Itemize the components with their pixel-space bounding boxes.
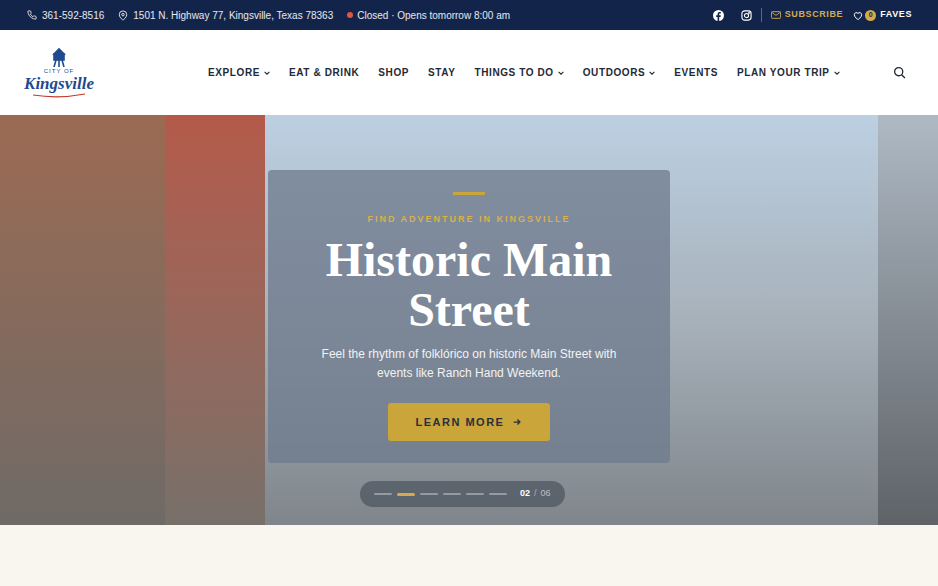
- nav-item[interactable]: EAT & DRINK: [289, 65, 359, 80]
- nav-label[interactable]: EVENTS: [674, 65, 718, 80]
- main-nav: CITY OF Kingsville EXPLORE EAT & DRINK SHO…: [0, 30, 938, 115]
- nav-item[interactable]: PLAN YOUR TRIP: [737, 65, 840, 80]
- hero-title: Historic Main Street: [299, 235, 639, 335]
- chevron-down-icon: [649, 71, 655, 75]
- nav-menu: EXPLORE EAT & DRINK SHOP STAY THINGS TO DO OU…: [208, 65, 840, 80]
- phone[interactable]: 361-592-8516: [27, 8, 104, 23]
- slide-separator: /: [534, 487, 537, 501]
- nav-item[interactable]: THINGS TO DO: [474, 65, 563, 80]
- mail-icon: [771, 11, 781, 19]
- arrow-right-icon: [512, 417, 522, 427]
- top-bar: 361-592-8516 1501 N. Highway 77, Kingsvi…: [0, 0, 938, 30]
- slider-pager: 02 / 06: [360, 481, 565, 507]
- faves-link[interactable]: 0 FAVES: [853, 8, 912, 22]
- address[interactable]: 1501 N. Highway 77, Kingsville, Texas 78…: [118, 8, 333, 23]
- slide-indicator[interactable]: [420, 493, 438, 495]
- heart-icon: [853, 11, 863, 20]
- learn-more-button[interactable]: LEARN MORE: [388, 403, 551, 442]
- chevron-down-icon: [834, 71, 840, 75]
- map-pin-icon: [118, 10, 128, 21]
- status-text: Closed · Opens tomorrow 8:00 am: [357, 8, 510, 23]
- faves-count: 0: [865, 10, 876, 21]
- subscribe-link[interactable]: SUBSCRIBE: [771, 8, 843, 22]
- hero-card: FIND ADVENTURE IN KINGSVILLE Historic Ma…: [268, 170, 670, 463]
- nav-item[interactable]: EVENTS: [674, 65, 718, 80]
- nav-label[interactable]: STAY: [428, 65, 455, 80]
- water-tower-icon: [48, 47, 70, 67]
- separator: [761, 8, 762, 22]
- status-dot: [347, 12, 353, 18]
- subscribe-label[interactable]: SUBSCRIBE: [785, 8, 843, 22]
- logo-name: Kingsville: [24, 75, 94, 92]
- current-slide: 02: [520, 487, 530, 501]
- total-slides: 06: [541, 487, 551, 501]
- nav-item[interactable]: SHOP: [378, 65, 409, 80]
- content-section: [0, 525, 938, 586]
- slide-indicator[interactable]: [466, 493, 484, 495]
- hero-eyebrow: FIND ADVENTURE IN KINGSVILLE: [367, 213, 570, 227]
- nav-label[interactable]: PLAN YOUR TRIP: [737, 65, 830, 80]
- slide-indicator[interactable]: [489, 493, 507, 495]
- nav-label[interactable]: THINGS TO DO: [474, 65, 553, 80]
- eyebrow-line: [453, 192, 485, 195]
- logo-swoosh-icon: [31, 92, 87, 98]
- hero-slider: FIND ADVENTURE IN KINGSVILLE Historic Ma…: [0, 115, 938, 525]
- learn-more-label[interactable]: LEARN MORE: [416, 414, 505, 431]
- slide-indicator[interactable]: [374, 493, 392, 495]
- nav-label[interactable]: OUTDOORS: [583, 65, 646, 80]
- nav-item[interactable]: EXPLORE: [208, 65, 270, 80]
- facebook-icon[interactable]: [713, 10, 724, 21]
- logo-small-text: CITY OF: [44, 68, 75, 74]
- nav-item[interactable]: OUTDOORS: [583, 65, 656, 80]
- slide-indicator[interactable]: [443, 493, 461, 495]
- search-icon[interactable]: [893, 66, 906, 79]
- nav-label[interactable]: EXPLORE: [208, 65, 260, 80]
- address-text[interactable]: 1501 N. Highway 77, Kingsville, Texas 78…: [133, 8, 333, 23]
- hours-status: Closed · Opens tomorrow 8:00 am: [347, 8, 510, 23]
- nav-label[interactable]: SHOP: [378, 65, 409, 80]
- logo[interactable]: CITY OF Kingsville: [25, 47, 93, 98]
- phone-icon: [27, 10, 37, 20]
- chevron-down-icon: [558, 71, 564, 75]
- instagram-icon[interactable]: [741, 10, 752, 21]
- nav-label[interactable]: EAT & DRINK: [289, 65, 359, 80]
- slide-indicator[interactable]: [397, 493, 415, 496]
- phone-number[interactable]: 361-592-8516: [42, 8, 104, 23]
- chevron-down-icon: [264, 71, 270, 75]
- faves-label[interactable]: FAVES: [880, 8, 912, 22]
- nav-item[interactable]: STAY: [428, 65, 455, 80]
- hero-text: Feel the rhythm of folklórico on histori…: [314, 345, 624, 383]
